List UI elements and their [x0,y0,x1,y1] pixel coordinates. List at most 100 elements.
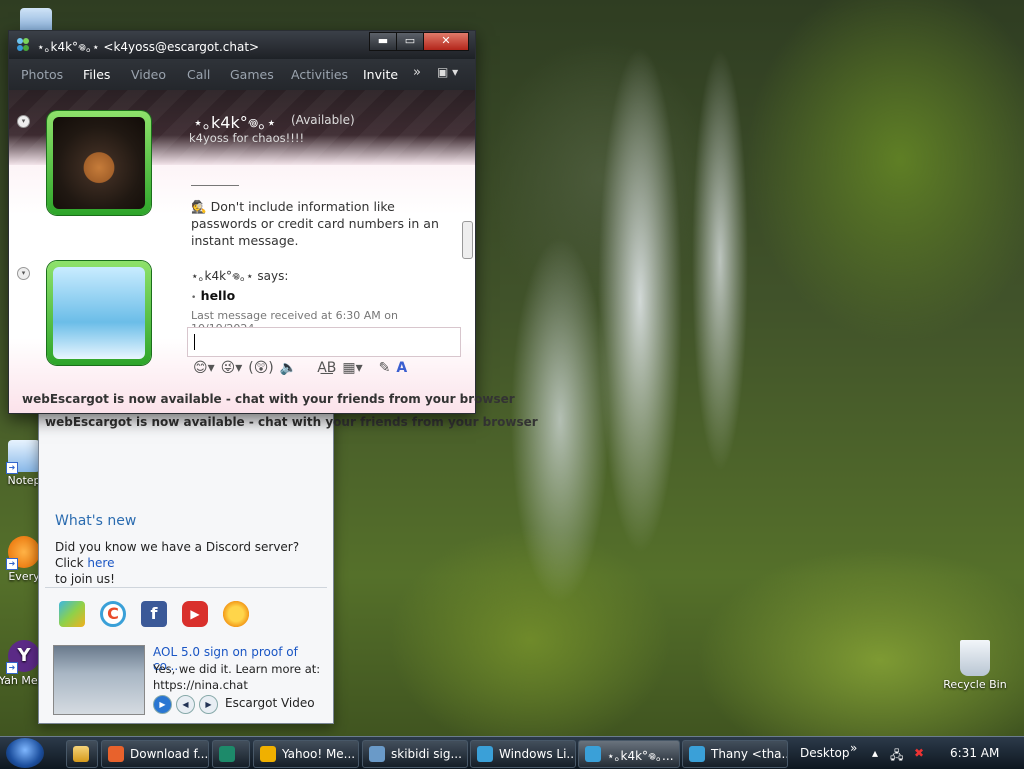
discord-link[interactable]: here [87,556,114,570]
tray-up-arrow-icon[interactable]: ▴ [872,746,878,760]
menu-games[interactable]: Games [230,67,274,82]
clock[interactable]: 6:31 AM [950,746,999,760]
messenger-icon [585,746,601,762]
social-links: C f ▶ [59,601,249,627]
sender-says: ⋆｡k4k°𖦹｡⋆ says: [191,269,289,283]
collapse-user-icon[interactable]: ▾ [17,267,30,280]
taskbar-button-skibidi[interactable]: skibidi sig... [362,740,468,768]
play-icon[interactable]: ▶ [153,695,172,714]
menu-files[interactable]: Files [83,67,110,82]
desktop-toolbar[interactable]: Desktop [800,746,850,760]
options-menu-icon[interactable]: ▣ ▾ [437,65,458,79]
window-controls: ▬ ▭ ✕ [369,32,469,51]
quick-launch-explorer[interactable] [66,740,98,768]
collapse-contact-icon[interactable]: ▾ [17,115,30,128]
whats-new-section: What's new Did you know we have a Discor… [55,513,325,587]
desktop-icon-recycle-bin[interactable]: Recycle Bin [940,640,1010,691]
contact-avatar[interactable] [47,111,151,215]
recycle-bin-icon [960,640,990,676]
volume-muted-icon[interactable]: ✖ [914,746,924,760]
app-icon [219,746,235,762]
video-thumbnail[interactable] [53,645,145,715]
spell-check-icon[interactable]: A͟B [317,360,336,376]
escargot-video: AOL 5.0 sign on proof of co... Yes, we d… [53,645,323,715]
menu-bar: Photos Files Video Call Games Activities… [9,59,475,90]
voice-clip-icon[interactable]: 🔈 [280,360,297,376]
status-bar: webEscargot is now available - chat with… [22,392,515,406]
menu-invite[interactable]: Invite [363,67,398,82]
firefox-icon [108,746,124,762]
taskbar-button-windows-live[interactable]: Windows Li... [470,740,576,768]
scrollbar-thumb[interactable] [462,221,473,259]
wink-icon[interactable]: 😜▾ [221,360,243,376]
bullet-icon: • [191,293,197,303]
messenger-buddy-icon [15,36,31,52]
next-icon[interactable]: ▶ [199,695,218,714]
nudge-icon[interactable]: (😲) [248,360,274,376]
previous-icon[interactable]: ◀ [176,695,195,714]
video-label: Escargot Video [225,696,315,710]
handwriting-icon[interactable]: ✎ [379,360,391,376]
close-button[interactable]: ✕ [423,32,469,51]
contact-name: ⋆｡k4k°𖦹｡⋆ [193,113,277,132]
taskbar: Download f... Yahoo! Me... skibidi sig..… [0,736,1024,769]
contact-status: (Available) [291,113,355,127]
message-text: • hello [191,288,236,303]
whats-new-title: What's new [55,513,137,529]
status-bar: webEscargot is now available - chat with… [45,415,538,429]
facebook-icon[interactable]: f [141,601,167,627]
minimize-button[interactable]: ▬ [369,32,397,51]
personal-message: k4yoss for chaos!!!! [189,131,305,145]
video-controls: ▶ ◀ ▶ [153,695,218,714]
folder-icon [73,746,89,762]
menu-photos[interactable]: Photos [21,67,63,82]
taskbar-button-yahoo[interactable]: Yahoo! Me... [253,740,359,768]
taskbar-button-chat[interactable]: ⋆｡k4k°𖦹｡... [578,740,680,768]
cbox-icon[interactable]: C [100,601,126,627]
messenger-icon[interactable] [59,601,85,627]
video-description: Yes, we did it. Learn more at: https://n… [153,662,321,692]
message-input[interactable] [187,327,461,357]
text-caret [194,334,195,350]
warning-icon: 🕵 [191,199,207,214]
user-avatar-image [53,267,145,359]
desktop-icon-label: Notep [7,474,41,487]
divider [45,587,327,588]
user-avatar[interactable] [47,261,151,365]
shortcut-arrow-icon: ➜ [6,662,18,674]
youtube-icon[interactable]: ▶ [182,601,208,627]
desktop-icon-label: Recycle Bin [943,678,1007,691]
messenger-icon [689,746,705,762]
yahoo-messenger-icon [260,746,276,762]
network-icon[interactable]: 🖧 [890,746,903,767]
menu-call[interactable]: Call [187,67,210,82]
taskbar-button-thany[interactable]: Thany <tha... [682,740,788,768]
background-icon[interactable]: ▦▾ [342,360,362,376]
taskbar-button-download[interactable]: Download f... [101,740,209,768]
taskbar-button-app[interactable] [212,740,250,768]
shortcut-arrow-icon: ➜ [6,558,18,570]
menu-activities[interactable]: Activities [291,67,348,82]
maximize-button[interactable]: ▭ [396,32,424,51]
shortcut-arrow-icon: ➜ [6,462,18,474]
divider [191,185,239,186]
emoticon-icon[interactable]: 😊▾ [193,360,215,376]
image-viewer-icon [369,746,385,762]
font-icon[interactable]: A [396,360,407,376]
menu-video[interactable]: Video [131,67,166,82]
toolbar-expand-icon[interactable]: » [850,741,857,755]
conversation-scrollbar[interactable] [460,181,474,281]
security-warning: 🕵 Don't include information like passwor… [191,199,439,248]
window-title: ⋆｡k4k°𖦹｡⋆ <k4yoss@escargot.chat> [37,40,260,54]
conversation-area: 🕵 Don't include information like passwor… [191,181,461,335]
contact-avatar-image [53,117,145,209]
more-menu-button[interactable]: » [413,65,421,80]
sun-icon[interactable] [223,601,249,627]
formatting-toolbar: 😊▾ 😜▾ (😲) 🔈 A͟B ▦▾ ✎ A [187,356,459,380]
desktop-icon-label: Every [8,570,40,583]
chat-window[interactable]: ⋆｡k4k°𖦹｡⋆ <k4yoss@escargot.chat> ▬ ▭ ✕ P… [8,30,515,414]
whats-new-text: Did you know we have a Discord server? C… [55,540,300,586]
messenger-icon [477,746,493,762]
start-button[interactable] [6,738,44,768]
title-bar[interactable]: ⋆｡k4k°𖦹｡⋆ <k4yoss@escargot.chat> ▬ ▭ ✕ [9,31,475,59]
